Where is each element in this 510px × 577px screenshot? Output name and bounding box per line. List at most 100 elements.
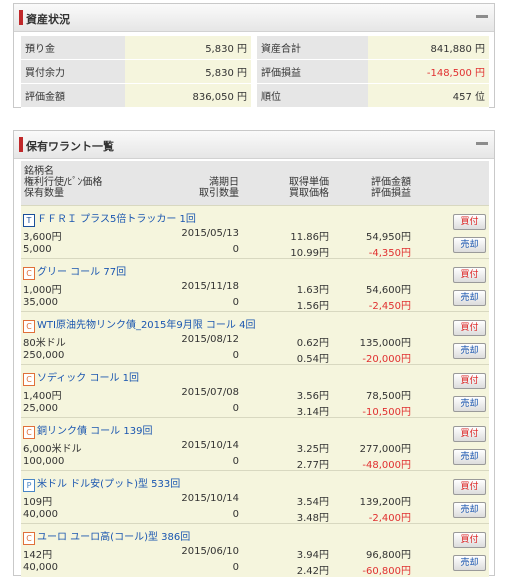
warrant-name[interactable]: ＦＦＲＩ プラス5倍トラッカー 1回 (37, 214, 196, 225)
valuation-amount: 139,200円 (359, 497, 411, 508)
strike-price: 109円 (23, 497, 53, 508)
valuation-amount: 96,800円 (366, 550, 411, 561)
profit-loss: -48,000円 (362, 460, 411, 471)
warrant-type-badge: C (23, 532, 35, 545)
collapse-icon[interactable] (476, 142, 488, 145)
warrant-list-header: 保有ワラント一覧 (14, 131, 494, 159)
warrant-name-link[interactable]: C グリー コール 77回 (23, 263, 126, 280)
warrant-name-link[interactable]: C WTI原油先物リンク債_2015年9月限 コール 4回 (23, 316, 255, 333)
asset-label: 順位 (257, 83, 368, 108)
expiry-date: 2015/10/14 (181, 493, 239, 504)
warrant-name[interactable]: ソディック コール 1回 (37, 373, 139, 384)
col-header-cost: 取得単価 (289, 177, 329, 188)
sell-button[interactable]: 売却 (453, 555, 486, 571)
valuation-amount: 54,950円 (366, 232, 411, 243)
expiry-date: 2015/11/18 (181, 281, 239, 292)
warrant-name-link[interactable]: C ソディック コール 1回 (23, 369, 139, 386)
sell-button[interactable]: 売却 (453, 290, 486, 306)
trade-qty: 0 (232, 244, 239, 255)
warrant-row: C ソディック コール 1回 1,400円 25,000 2015/07/08 0 3.56… (21, 364, 489, 418)
sell-button[interactable]: 売却 (453, 396, 486, 412)
bid-price: 2.77円 (296, 460, 329, 471)
valuation-amount: 54,600円 (366, 285, 411, 296)
expiry-date: 2015/10/14 (181, 440, 239, 451)
warrant-row: C グリー コール 77回 1,000円 35,000 2015/11/18 0 1.63円… (21, 258, 489, 312)
warrant-row: T ＦＦＲＩ プラス5倍トラッカー 1回 3,600円 5,000 2015/05/13… (21, 205, 489, 259)
bid-price: 3.48円 (296, 513, 329, 524)
asset-summary-title: 資産状況 (26, 13, 70, 26)
strike-price: 6,000米ドル (23, 444, 82, 455)
expiry-date: 2015/07/08 (181, 387, 239, 398)
warrant-name[interactable]: グリー コール 77回 (37, 267, 126, 278)
asset-label: 評価損益 (257, 59, 368, 84)
cost-price: 1.63円 (296, 285, 329, 296)
warrant-type-badge: C (23, 373, 35, 386)
holding-qty: 250,000 (23, 350, 65, 361)
profit-loss: -10,500円 (362, 407, 411, 418)
buy-button[interactable]: 買付 (453, 532, 486, 548)
warrant-list-panel: 保有ワラント一覧 銘柄名 権利行使/ﾋﾟﾝ価格 保有数量 満期日 取引数量 取得… (13, 130, 495, 577)
asset-label: 資産合計 (257, 36, 368, 60)
col-header-holding-qty: 保有数量 (24, 188, 64, 199)
trade-qty: 0 (232, 297, 239, 308)
accent-bar (19, 137, 23, 152)
asset-value: 457 位 (368, 83, 489, 108)
trade-qty: 0 (232, 350, 239, 361)
cost-price: 3.94円 (296, 550, 329, 561)
warrant-name[interactable]: ユーロ ユーロ高(コール)型 386回 (37, 532, 190, 543)
warrant-name-link[interactable]: T ＦＦＲＩ プラス5倍トラッカー 1回 (23, 210, 196, 227)
warrant-name[interactable]: 米ドル ドル安(プット)型 533回 (37, 479, 180, 490)
holding-qty: 40,000 (23, 562, 58, 573)
asset-summary-row: 評価金額 836,050 円順位 457 位 (21, 83, 489, 108)
asset-summary-panel: 資産状況 預り金 5,830 円資産合計 841,880 円買付余力 5,830 円評… (13, 3, 495, 108)
col-header-trade-qty: 取引数量 (199, 188, 239, 199)
warrant-column-header: 銘柄名 権利行使/ﾋﾟﾝ価格 保有数量 満期日 取引数量 取得単価 買取価格 評… (21, 161, 489, 205)
warrant-type-badge: C (23, 267, 35, 280)
buy-button[interactable]: 買付 (453, 479, 486, 495)
asset-label: 買付余力 (21, 59, 125, 84)
profit-loss: -20,000円 (362, 354, 411, 365)
expiry-date: 2015/05/13 (181, 228, 239, 239)
warrant-row: C ユーロ ユーロ高(コール)型 386回 142円 40,000 2015/06/10… (21, 523, 489, 577)
asset-summary-table: 預り金 5,830 円資産合計 841,880 円買付余力 5,830 円評価損益 -1… (21, 36, 489, 108)
strike-price: 1,400円 (23, 391, 62, 402)
col-header-strike: 権利行使/ﾋﾟﾝ価格 (24, 177, 103, 188)
warrant-name[interactable]: 銅リンク債 コール 139回 (37, 426, 152, 437)
strike-price: 142円 (23, 550, 53, 561)
asset-summary-row: 買付余力 5,830 円評価損益 -148,500 円 (21, 59, 489, 84)
holding-qty: 25,000 (23, 403, 58, 414)
accent-bar (19, 10, 23, 25)
warrant-name-link[interactable]: P 米ドル ドル安(プット)型 533回 (23, 475, 180, 492)
trade-qty: 0 (232, 562, 239, 573)
buy-button[interactable]: 買付 (453, 267, 486, 283)
warrant-type-badge: C (23, 426, 35, 439)
col-header-pl: 評価損益 (371, 188, 411, 199)
warrant-row: C 銅リンク債 コール 139回 6,000米ドル 100,000 2015/10/14… (21, 417, 489, 471)
cost-price: 3.56円 (296, 391, 329, 402)
buy-button[interactable]: 買付 (453, 426, 486, 442)
asset-value: 841,880 円 (368, 36, 489, 60)
buy-button[interactable]: 買付 (453, 373, 486, 389)
sell-button[interactable]: 売却 (453, 343, 486, 359)
warrant-name-link[interactable]: C 銅リンク債 コール 139回 (23, 422, 152, 439)
profit-loss: -60,800円 (362, 566, 411, 577)
sell-button[interactable]: 売却 (453, 449, 486, 465)
warrant-type-badge: C (23, 320, 35, 333)
buy-button[interactable]: 買付 (453, 320, 486, 336)
collapse-icon[interactable] (476, 15, 488, 18)
buy-button[interactable]: 買付 (453, 214, 486, 230)
asset-value: 836,050 円 (125, 83, 251, 108)
warrant-name-link[interactable]: C ユーロ ユーロ高(コール)型 386回 (23, 528, 190, 545)
bid-price: 0.54円 (296, 354, 329, 365)
trade-qty: 0 (232, 509, 239, 520)
warrant-type-badge: P (23, 479, 35, 492)
warrant-row: P 米ドル ドル安(プット)型 533回 109円 40,000 2015/10/14 0… (21, 470, 489, 524)
asset-value: -148,500 円 (368, 59, 489, 84)
col-header-expiry: 満期日 (209, 177, 239, 188)
warrant-name[interactable]: WTI原油先物リンク債_2015年9月限 コール 4回 (37, 320, 255, 331)
sell-button[interactable]: 売却 (453, 502, 486, 518)
sell-button[interactable]: 売却 (453, 237, 486, 253)
asset-summary-header: 資産状況 (14, 4, 494, 32)
asset-value: 5,830 円 (125, 36, 251, 60)
col-header-bid: 買取価格 (289, 188, 329, 199)
